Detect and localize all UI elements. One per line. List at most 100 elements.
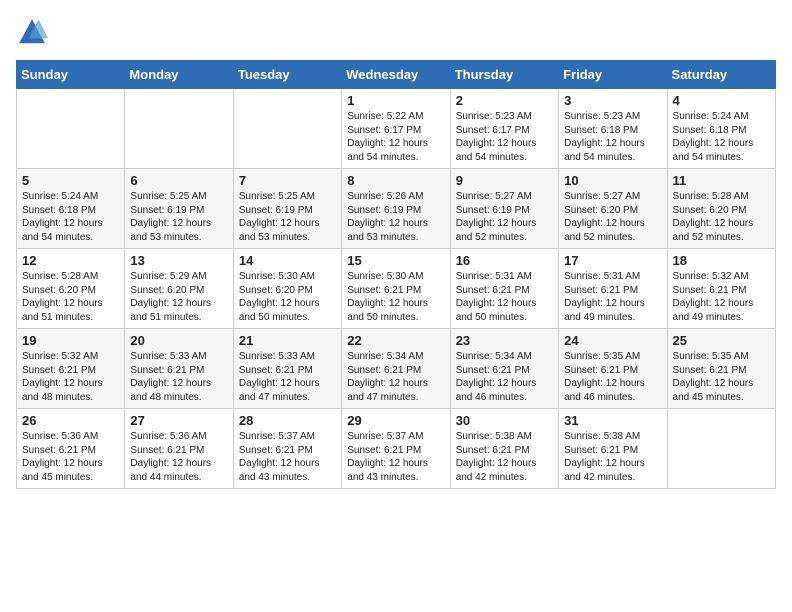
- calendar-cell: 30 Sunrise: 5:38 AM Sunset: 6:21 PM Dayli…: [450, 409, 558, 489]
- day-info: Sunrise: 5:36 AM Sunset: 6:21 PM Dayligh…: [22, 430, 119, 484]
- calendar-cell: 1 Sunrise: 5:22 AM Sunset: 6:17 PM Daylig…: [342, 89, 450, 169]
- calendar-week-row: 26 Sunrise: 5:36 AM Sunset: 6:21 PM Dayli…: [17, 409, 776, 489]
- calendar-cell: 8 Sunrise: 5:26 AM Sunset: 6:19 PM Daylig…: [342, 169, 450, 249]
- calendar-cell: 31Sunrise: 5:38 AM Sunset: 6:21 PM Dayli…: [559, 409, 667, 489]
- day-number: 23: [456, 333, 553, 348]
- calendar-cell: 26 Sunrise: 5:36 AM Sunset: 6:21 PM Dayli…: [17, 409, 125, 489]
- day-number: 17: [564, 253, 661, 268]
- calendar-cell: 10 Sunrise: 5:27 AM Sunset: 6:20 PM Dayli…: [559, 169, 667, 249]
- calendar-cell: 23 Sunrise: 5:34 AM Sunset: 6:21 PM Dayli…: [450, 329, 558, 409]
- day-info: Sunrise: 5:22 AM Sunset: 6:17 PM Dayligh…: [347, 110, 444, 164]
- day-info: Sunrise: 5:25 AM Sunset: 6:19 PM Dayligh…: [130, 190, 227, 244]
- day-info: Sunrise: 5:37 AM Sunset: 6:21 PM Dayligh…: [239, 430, 336, 484]
- day-info: Sunrise: 5:23 AM Sunset: 6:17 PM Dayligh…: [456, 110, 553, 164]
- day-info: Sunrise: 5:23 AM Sunset: 6:18 PM Dayligh…: [564, 110, 661, 164]
- header-monday: Monday: [125, 61, 233, 89]
- day-number: 8: [347, 173, 444, 188]
- calendar-week-row: 5Sunrise: 5:24 AM Sunset: 6:18 PM Daylig…: [17, 169, 776, 249]
- calendar-cell: 13 Sunrise: 5:29 AM Sunset: 6:20 PM Dayli…: [125, 249, 233, 329]
- calendar-cell: [17, 89, 125, 169]
- day-info: Sunrise: 5:27 AM Sunset: 6:20 PM Dayligh…: [564, 190, 661, 244]
- day-number: 1: [347, 93, 444, 108]
- calendar-week-row: 12 Sunrise: 5:28 AM Sunset: 6:20 PM Dayli…: [17, 249, 776, 329]
- day-info: Sunrise: 5:26 AM Sunset: 6:19 PM Dayligh…: [347, 190, 444, 244]
- calendar-cell: 11 Sunrise: 5:28 AM Sunset: 6:20 PM Dayli…: [667, 169, 775, 249]
- day-info: Sunrise: 5:30 AM Sunset: 6:21 PM Dayligh…: [347, 270, 444, 324]
- day-info: Sunrise: 5:28 AM Sunset: 6:20 PM Dayligh…: [22, 270, 119, 324]
- day-number: 30: [456, 413, 553, 428]
- day-number: 19: [22, 333, 119, 348]
- day-number: 21: [239, 333, 336, 348]
- day-number: 4: [673, 93, 770, 108]
- day-number: 29: [347, 413, 444, 428]
- day-number: 25: [673, 333, 770, 348]
- calendar-cell: 27Sunrise: 5:36 AM Sunset: 6:21 PM Dayli…: [125, 409, 233, 489]
- day-number: 13: [130, 253, 227, 268]
- calendar-cell: 2 Sunrise: 5:23 AM Sunset: 6:17 PM Daylig…: [450, 89, 558, 169]
- calendar-cell: 16 Sunrise: 5:31 AM Sunset: 6:21 PM Dayli…: [450, 249, 558, 329]
- day-number: 16: [456, 253, 553, 268]
- day-number: 2: [456, 93, 553, 108]
- day-number: 26: [22, 413, 119, 428]
- day-number: 24: [564, 333, 661, 348]
- calendar-week-row: 19Sunrise: 5:32 AM Sunset: 6:21 PM Dayli…: [17, 329, 776, 409]
- day-info: Sunrise: 5:38 AM Sunset: 6:21 PM Dayligh…: [456, 430, 553, 484]
- calendar-cell: 4Sunrise: 5:24 AM Sunset: 6:18 PM Daylig…: [667, 89, 775, 169]
- logo-icon: [16, 16, 48, 48]
- day-number: 27: [130, 413, 227, 428]
- calendar-cell: 17 Sunrise: 5:31 AM Sunset: 6:21 PM Dayli…: [559, 249, 667, 329]
- day-info: Sunrise: 5:29 AM Sunset: 6:20 PM Dayligh…: [130, 270, 227, 324]
- calendar-cell: 29 Sunrise: 5:37 AM Sunset: 6:21 PM Dayli…: [342, 409, 450, 489]
- day-info: Sunrise: 5:27 AM Sunset: 6:19 PM Dayligh…: [456, 190, 553, 244]
- logo: [16, 16, 52, 48]
- calendar-cell: [125, 89, 233, 169]
- day-number: 15: [347, 253, 444, 268]
- day-number: 28: [239, 413, 336, 428]
- calendar-table: SundayMondayTuesdayWednesdayThursdayFrid…: [16, 60, 776, 489]
- day-number: 6: [130, 173, 227, 188]
- calendar-cell: 22Sunrise: 5:34 AM Sunset: 6:21 PM Dayli…: [342, 329, 450, 409]
- calendar-cell: 5Sunrise: 5:24 AM Sunset: 6:18 PM Daylig…: [17, 169, 125, 249]
- calendar-cell: [667, 409, 775, 489]
- day-number: 14: [239, 253, 336, 268]
- day-info: Sunrise: 5:24 AM Sunset: 6:18 PM Dayligh…: [22, 190, 119, 244]
- calendar-header-row: SundayMondayTuesdayWednesdayThursdayFrid…: [17, 61, 776, 89]
- calendar-cell: 28 Sunrise: 5:37 AM Sunset: 6:21 PM Dayli…: [233, 409, 341, 489]
- page-header: [16, 16, 776, 48]
- calendar-cell: 24 Sunrise: 5:35 AM Sunset: 6:21 PM Dayli…: [559, 329, 667, 409]
- header-thursday: Thursday: [450, 61, 558, 89]
- day-info: Sunrise: 5:34 AM Sunset: 6:21 PM Dayligh…: [456, 350, 553, 404]
- day-info: Sunrise: 5:37 AM Sunset: 6:21 PM Dayligh…: [347, 430, 444, 484]
- day-info: Sunrise: 5:31 AM Sunset: 6:21 PM Dayligh…: [456, 270, 553, 324]
- day-info: Sunrise: 5:31 AM Sunset: 6:21 PM Dayligh…: [564, 270, 661, 324]
- day-number: 31: [564, 413, 661, 428]
- day-number: 20: [130, 333, 227, 348]
- day-number: 10: [564, 173, 661, 188]
- day-number: 3: [564, 93, 661, 108]
- calendar-cell: 7Sunrise: 5:25 AM Sunset: 6:19 PM Daylig…: [233, 169, 341, 249]
- calendar-cell: 20 Sunrise: 5:33 AM Sunset: 6:21 PM Dayli…: [125, 329, 233, 409]
- calendar-cell: [233, 89, 341, 169]
- day-info: Sunrise: 5:28 AM Sunset: 6:20 PM Dayligh…: [673, 190, 770, 244]
- header-sunday: Sunday: [17, 61, 125, 89]
- calendar-cell: 15 Sunrise: 5:30 AM Sunset: 6:21 PM Dayli…: [342, 249, 450, 329]
- day-number: 12: [22, 253, 119, 268]
- day-number: 11: [673, 173, 770, 188]
- calendar-cell: 9 Sunrise: 5:27 AM Sunset: 6:19 PM Daylig…: [450, 169, 558, 249]
- header-tuesday: Tuesday: [233, 61, 341, 89]
- calendar-cell: 6 Sunrise: 5:25 AM Sunset: 6:19 PM Daylig…: [125, 169, 233, 249]
- day-info: Sunrise: 5:30 AM Sunset: 6:20 PM Dayligh…: [239, 270, 336, 324]
- day-info: Sunrise: 5:34 AM Sunset: 6:21 PM Dayligh…: [347, 350, 444, 404]
- calendar-cell: 18Sunrise: 5:32 AM Sunset: 6:21 PM Dayli…: [667, 249, 775, 329]
- header-saturday: Saturday: [667, 61, 775, 89]
- calendar-cell: 25 Sunrise: 5:35 AM Sunset: 6:21 PM Dayli…: [667, 329, 775, 409]
- calendar-cell: 21Sunrise: 5:33 AM Sunset: 6:21 PM Dayli…: [233, 329, 341, 409]
- day-info: Sunrise: 5:32 AM Sunset: 6:21 PM Dayligh…: [673, 270, 770, 324]
- day-info: Sunrise: 5:33 AM Sunset: 6:21 PM Dayligh…: [130, 350, 227, 404]
- calendar-cell: 14 Sunrise: 5:30 AM Sunset: 6:20 PM Dayli…: [233, 249, 341, 329]
- day-number: 9: [456, 173, 553, 188]
- calendar-cell: 12 Sunrise: 5:28 AM Sunset: 6:20 PM Dayli…: [17, 249, 125, 329]
- day-info: Sunrise: 5:35 AM Sunset: 6:21 PM Dayligh…: [564, 350, 661, 404]
- day-info: Sunrise: 5:35 AM Sunset: 6:21 PM Dayligh…: [673, 350, 770, 404]
- calendar-week-row: 1 Sunrise: 5:22 AM Sunset: 6:17 PM Daylig…: [17, 89, 776, 169]
